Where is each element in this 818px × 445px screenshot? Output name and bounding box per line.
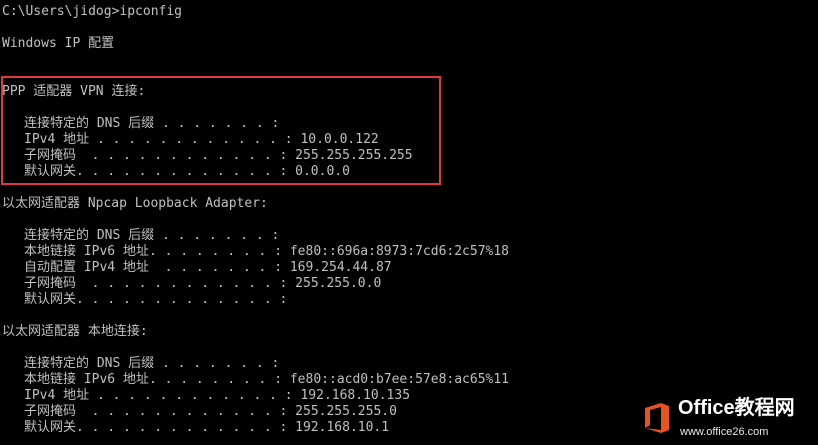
config-row: 子网掩码 . . . . . . . . . . . . : 255.255.0… [2, 276, 381, 292]
config-dots: . . . . . . . . . . . . : [83, 420, 288, 435]
config-row: IPv4 地址 . . . . . . . . . . . . : 192.16… [2, 388, 410, 404]
adapter-title-npcap: 以太网适配器 Npcap Loopback Adapter: [2, 196, 268, 211]
watermark-url: www.office26.com [680, 426, 769, 438]
config-row: 默认网关. . . . . . . . . . . . . : [2, 292, 295, 308]
config-dots: . . . . . . . . . . . . : [76, 404, 288, 419]
config-label: 默认网关. [24, 292, 84, 307]
config-value: fe80::acd0:b7ee:57e8:ac65%11 [289, 372, 510, 387]
config-dots: . . . . . . . : [154, 356, 280, 371]
config-dots: . . . . . . . . . . . . : [76, 276, 288, 291]
config-row: 连接特定的 DNS 后缀 . . . . . . . : [2, 356, 287, 372]
config-value: 169.254.44.87 [289, 260, 392, 275]
config-label: 本地链接 IPv6 地址 [24, 244, 149, 259]
ipconfig-header: Windows IP 配置 [2, 36, 115, 51]
prompt-line: C:\Users\jidog>ipconfig [2, 4, 183, 19]
config-value: 255.255.0.0 [295, 276, 382, 291]
config-dots: . . . . . . . . : [148, 244, 283, 259]
config-label: 自动配置 IPv4 地址 [24, 260, 149, 275]
config-value: 192.168.10.1 [295, 420, 390, 435]
config-label: 子网掩码 [24, 276, 77, 291]
config-row: 本地链接 IPv6 地址. . . . . . . . : fe80::acd0… [2, 372, 509, 388]
config-row: 默认网关. . . . . . . . . . . . . : 192.168.… [2, 420, 389, 436]
adapter-title-local: 以太网适配器 本地连接: [2, 324, 148, 339]
config-value: 255.255.255.0 [295, 404, 397, 419]
config-label: 连接特定的 DNS 后缀 [24, 356, 155, 371]
config-row: 子网掩码 . . . . . . . . . . . . : 255.255.2… [2, 404, 397, 420]
office26-watermark: Office教程网 www.office26.com [642, 397, 812, 441]
config-dots: . . . . . . . : [148, 260, 283, 275]
config-label: 默认网关. [24, 420, 84, 435]
config-label: IPv4 地址 [24, 388, 90, 403]
config-value: 192.168.10.135 [300, 388, 411, 403]
command-prompt-window[interactable]: C:\Users\jidog>ipconfig Windows IP 配置 PP… [0, 0, 818, 445]
highlight-box [1, 76, 441, 185]
config-dots: . . . . . . . . : [148, 372, 283, 387]
config-dots: . . . . . . . . . . . . : [89, 388, 293, 403]
office-logo-icon [645, 403, 669, 433]
config-label: 连接特定的 DNS 后缀 [24, 228, 155, 243]
config-row: 本地链接 IPv6 地址. . . . . . . . : fe80::696a… [2, 244, 509, 260]
config-row: 自动配置 IPv4 地址 . . . . . . . : 169.254.44.… [2, 260, 392, 276]
config-value: fe80::696a:8973:7cd6:2c57%18 [289, 244, 510, 259]
watermark-title: Office教程网 [678, 397, 795, 419]
config-label: 子网掩码 [24, 404, 77, 419]
config-dots: . . . . . . . . . . . . : [83, 292, 288, 307]
config-row: 连接特定的 DNS 后缀 . . . . . . . : [2, 228, 287, 244]
config-label: 本地链接 IPv6 地址 [24, 372, 149, 387]
config-dots: . . . . . . . : [154, 228, 280, 243]
